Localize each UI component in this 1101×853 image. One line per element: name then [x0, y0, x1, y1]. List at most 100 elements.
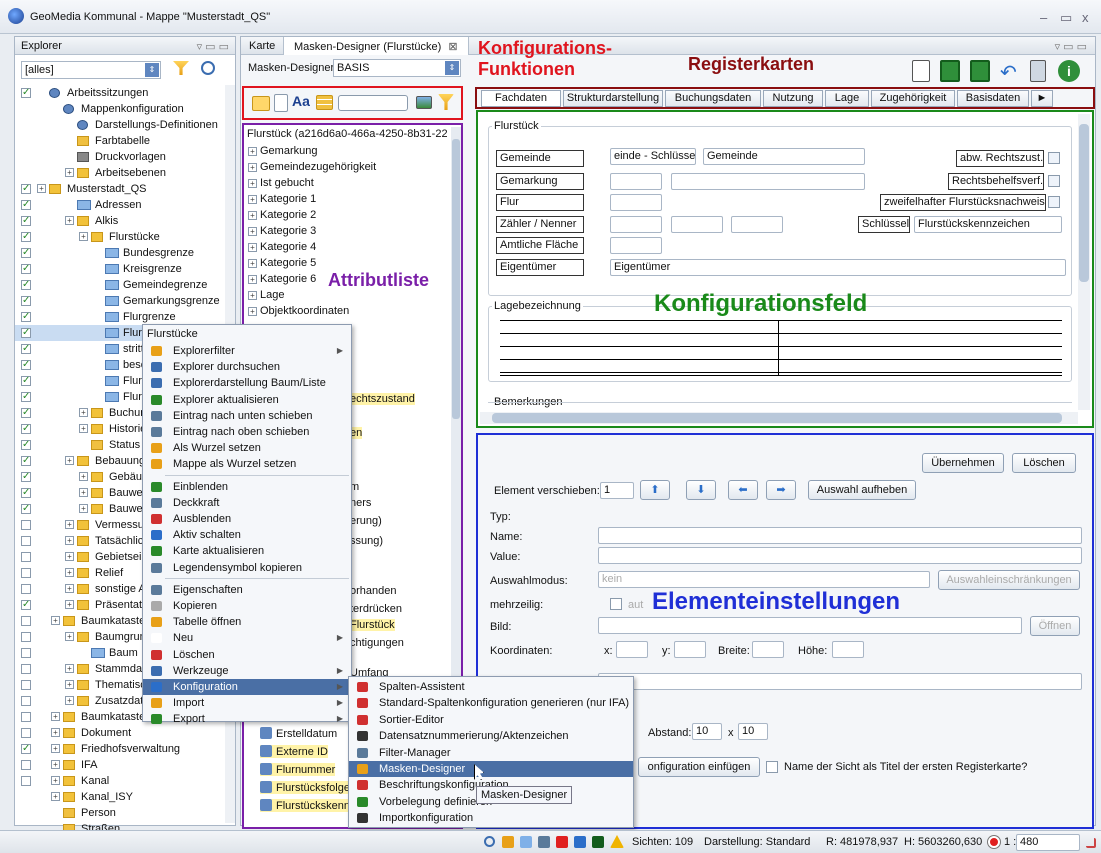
register-tab[interactable]: Nutzung	[763, 90, 823, 107]
tree-item[interactable]: + IFA	[15, 757, 223, 773]
expand-icon[interactable]: +	[79, 424, 88, 433]
register-tab[interactable]: Zugehörigkeit	[871, 90, 955, 107]
expand-icon[interactable]: +	[65, 520, 74, 529]
nenner-field[interactable]	[671, 216, 723, 233]
warning-icon[interactable]	[610, 835, 624, 848]
attribute-item[interactable]: + Kategorie 5	[248, 257, 316, 269]
expand-icon[interactable]: +	[51, 792, 60, 801]
zusatz-field[interactable]	[731, 216, 783, 233]
delete-icon[interactable]	[1030, 60, 1046, 82]
tree-checkbox[interactable]	[21, 325, 31, 341]
attribute-item[interactable]: + Kategorie 1	[248, 193, 316, 205]
tree-checkbox[interactable]	[21, 181, 31, 197]
expand-icon[interactable]: +	[65, 600, 74, 609]
expand-icon[interactable]: +	[65, 632, 74, 641]
expand-icon[interactable]: +	[65, 456, 74, 465]
undo-icon[interactable]: ↶	[1000, 60, 1017, 85]
tree-item[interactable]: + Musterstadt_QS	[15, 181, 223, 197]
info-icon[interactable]: i	[1058, 60, 1080, 82]
tree-checkbox[interactable]	[21, 421, 31, 437]
maximize-button[interactable]: ▭	[1060, 10, 1072, 26]
tree-checkbox[interactable]	[21, 632, 31, 642]
tree-checkbox[interactable]	[21, 469, 31, 485]
tree-checkbox[interactable]	[21, 728, 31, 738]
tree-checkbox[interactable]	[21, 277, 31, 293]
attribute-item[interactable]: + Ist gebucht	[248, 177, 314, 189]
attribute-item[interactable]: + Kategorie 2	[248, 209, 316, 221]
expand-icon[interactable]: +	[248, 291, 257, 300]
mehrzeilig-checkbox[interactable]	[610, 598, 622, 610]
tree-item[interactable]: Gemarkungsgrenze	[15, 293, 223, 309]
explorer-filter-icon[interactable]	[173, 61, 189, 75]
tree-item[interactable]: + Friedhofsverwaltung	[15, 741, 223, 757]
tree-checkbox[interactable]	[21, 357, 31, 373]
expand-icon[interactable]: +	[51, 616, 60, 625]
expand-icon[interactable]: +	[65, 664, 74, 673]
scale-field[interactable]: 480	[1016, 834, 1080, 851]
breite-field[interactable]	[752, 641, 784, 658]
tree-item[interactable]: Farbtabelle	[15, 133, 223, 149]
context-menu-item[interactable]: Neu ▶	[143, 630, 351, 646]
bild-select[interactable]	[598, 617, 1022, 634]
context-menu-item[interactable]: Als Wurzel setzen	[143, 440, 351, 456]
tree-checkbox[interactable]	[21, 680, 31, 690]
explorer-filter-select[interactable]: [alles] ⇕	[21, 61, 161, 79]
table-icon[interactable]	[316, 95, 333, 110]
panel-controls[interactable]: ▿ ▭ ▭	[197, 40, 229, 53]
abstand-a-field[interactable]: 10	[692, 723, 722, 740]
tree-checkbox[interactable]	[21, 616, 31, 626]
tab-karte[interactable]: Karte	[249, 40, 275, 52]
expand-icon[interactable]: +	[51, 776, 60, 785]
attribute-item[interactable]: Flurnummer	[260, 763, 336, 776]
expand-icon[interactable]: +	[248, 211, 257, 220]
new-page-icon[interactable]	[912, 60, 930, 82]
auswahl-aufheben-button[interactable]: Auswahl aufheben	[808, 480, 916, 500]
hoehe-field[interactable]	[832, 641, 864, 658]
sicht-titel-checkbox[interactable]	[766, 761, 778, 773]
context-menu-item[interactable]: Einblenden	[143, 479, 351, 495]
rechtsbehelfsverf-checkbox[interactable]	[1048, 175, 1060, 187]
gemarkung-value-field[interactable]	[671, 173, 865, 190]
register-tab[interactable]: Strukturdarstellung	[563, 90, 663, 107]
tree-item[interactable]: Darstellungs-Definitionen	[15, 117, 223, 133]
flur-field[interactable]	[610, 194, 662, 211]
expand-icon[interactable]: +	[51, 728, 60, 737]
attribute-item[interactable]: + Gemarkung	[248, 145, 317, 157]
tree-checkbox[interactable]	[21, 293, 31, 309]
context-menu-item[interactable]: Explorerdarstellung Baum/Liste	[143, 375, 351, 391]
zoom-icon[interactable]	[520, 836, 532, 848]
x-field[interactable]	[616, 641, 648, 658]
tree-checkbox[interactable]	[21, 389, 31, 405]
designer-select[interactable]: BASIS ⇕	[333, 59, 461, 77]
attribute-item[interactable]: Flurstücksfolge	[260, 781, 350, 794]
tree-checkbox[interactable]	[21, 197, 31, 213]
y-field[interactable]	[674, 641, 706, 658]
save-icon[interactable]	[940, 60, 960, 82]
auswahleinschraenkungen-button[interactable]: Auswahleinschränkungen	[938, 570, 1080, 590]
table-icon[interactable]	[538, 836, 550, 848]
save-as-icon[interactable]	[970, 60, 990, 82]
tree-checkbox[interactable]	[21, 520, 31, 530]
textfield-icon[interactable]	[338, 95, 408, 111]
tree-checkbox[interactable]	[21, 245, 31, 261]
register-tab[interactable]: Buchungsdaten	[665, 90, 761, 107]
stop-icon[interactable]	[556, 836, 568, 848]
context-menu-item[interactable]: Explorer aktualisieren	[143, 392, 351, 408]
context-menu-item[interactable]: Karte aktualisieren	[143, 543, 351, 559]
register-tab[interactable]: Lage	[825, 90, 869, 107]
context-menu-item[interactable]: Konfiguration ▶	[143, 679, 351, 695]
tree-item[interactable]: Mappenkonfiguration	[15, 101, 223, 117]
context-menu-item[interactable]: Eintrag nach oben schieben	[143, 424, 351, 440]
move-left-button[interactable]: ⬅	[728, 480, 758, 500]
close-button[interactable]: x	[1082, 10, 1089, 25]
tree-item[interactable]: + Dokument	[15, 725, 223, 741]
attribute-scrollbar-thumb[interactable]	[452, 139, 460, 419]
tree-item[interactable]: + Kanal	[15, 773, 223, 789]
tree-item[interactable]: + Arbeitsebenen	[15, 165, 223, 181]
tree-checkbox[interactable]	[21, 696, 31, 706]
value-field[interactable]	[598, 547, 1082, 564]
attribute-item[interactable]: + Kategorie 4	[248, 241, 316, 253]
tree-checkbox[interactable]	[21, 373, 31, 389]
context-menu-item[interactable]: Mappe als Wurzel setzen	[143, 456, 351, 472]
submenu-item[interactable]: Masken-Designer	[349, 761, 633, 777]
